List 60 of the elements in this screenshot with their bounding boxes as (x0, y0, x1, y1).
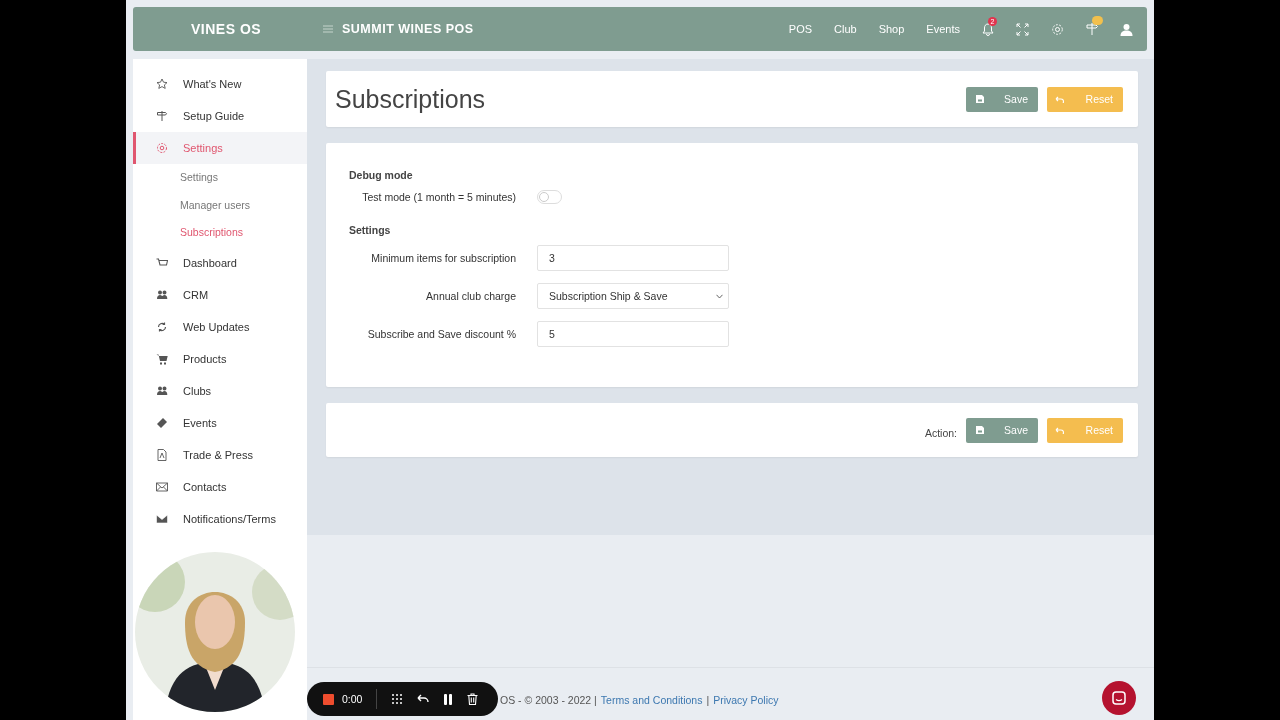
sidebar-item[interactable]: Setup Guide (133, 100, 307, 132)
user-icon[interactable] (1120, 22, 1133, 36)
pause-icon[interactable] (443, 693, 454, 705)
star-icon (156, 78, 168, 90)
signpost-icon (156, 110, 168, 122)
sidebar-item[interactable]: CRM (133, 279, 307, 312)
section-heading: Debug mode (349, 169, 414, 181)
document-icon (156, 449, 168, 462)
field-label: Annual club charge (425, 290, 516, 302)
dropdown[interactable]: Subscription Ship & Save (537, 283, 729, 309)
chevron-down-icon (716, 293, 723, 299)
cart-icon (156, 353, 168, 366)
field-label: Minimum items for subscription (370, 252, 516, 264)
copyright-text: OS - © 2003 - 2022 | (500, 694, 597, 706)
undo-icon (1054, 95, 1064, 103)
fullscreen-icon[interactable] (1016, 22, 1029, 36)
users-icon (156, 385, 168, 398)
sidebar-subitem[interactable]: Manager users (133, 191, 307, 220)
gear-icon (156, 142, 168, 154)
sync-icon (156, 321, 168, 334)
sidebar-item[interactable]: Events (133, 407, 307, 440)
input-field[interactable]: 5 (537, 321, 729, 347)
field-label: Subscribe and Save discount % (366, 328, 516, 340)
brand-name: VINES OS (191, 21, 263, 37)
notification-badge (1092, 16, 1103, 25)
sidebar-item[interactable]: Dashboard (133, 247, 307, 280)
sidebar-subitem[interactable]: Settings (133, 164, 307, 192)
ticket-icon (156, 417, 168, 430)
sidebar-item[interactable]: Contacts (133, 471, 307, 504)
sidebar-item[interactable]: Products (133, 343, 307, 376)
grid-icon[interactable] (391, 693, 404, 705)
recording-time: 0:00 (342, 693, 363, 705)
chat-icon (1112, 691, 1126, 705)
section-heading: Settings (349, 224, 392, 236)
signpost-icon[interactable] (1086, 22, 1098, 36)
privacy-link[interactable]: Privacy Policy (713, 694, 779, 706)
sidebar-item[interactable]: Trade & Press (133, 439, 307, 472)
toggle-switch[interactable] (537, 190, 562, 204)
undo-icon[interactable] (417, 694, 430, 704)
sidebar-subitem[interactable]: Subscriptions (133, 219, 307, 248)
chat-button[interactable] (1102, 681, 1136, 715)
settings-icon[interactable] (1051, 22, 1064, 36)
bell-icon[interactable] (982, 22, 994, 36)
input-field[interactable]: 3 (537, 245, 729, 271)
stop-button[interactable] (323, 693, 334, 705)
envelope-icon (156, 481, 168, 494)
sidebar-item[interactable]: Web Updates (133, 311, 307, 344)
sidebar-item[interactable]: Notifications/Terms (133, 503, 307, 535)
undo-icon (1054, 426, 1064, 434)
page-title: Subscriptions (335, 84, 486, 114)
field-label: Test mode (1 month = 5 minutes) (361, 191, 516, 203)
users-icon (156, 289, 168, 302)
sidebar-item[interactable]: Clubs (133, 375, 307, 408)
trash-icon[interactable] (467, 693, 479, 705)
terms-link[interactable]: Terms and Conditions (600, 694, 703, 706)
action-label: Action: (924, 427, 957, 439)
sidebar-item[interactable]: What's New (133, 68, 307, 100)
separator-text: | (706, 694, 710, 706)
store-name: SUMMIT WINES POS (342, 22, 474, 36)
envelope-icon (156, 513, 168, 526)
